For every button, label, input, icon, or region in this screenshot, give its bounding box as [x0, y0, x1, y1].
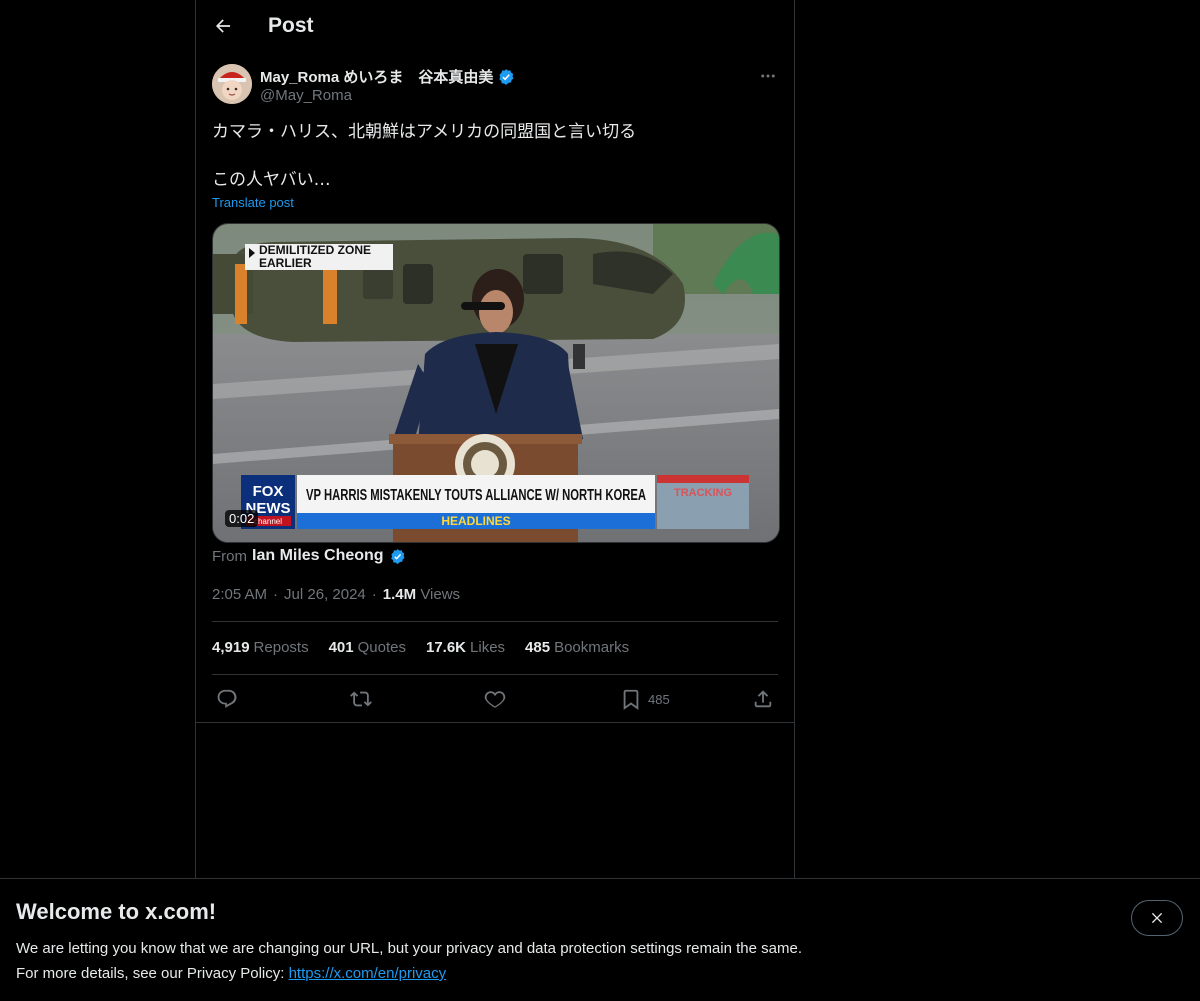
author-handle[interactable]: @May_Roma — [260, 87, 352, 104]
post-text-line: カマラ・ハリス、北朝鮮はアメリカの同盟国と言い切る — [212, 122, 637, 142]
banner-text: We are letting you know that we are chan… — [16, 936, 802, 986]
engagement-stats: 4,919 Reposts 401 Quotes 17.6K Likes 485 Boo… — [212, 639, 629, 656]
reposts-stat[interactable]: 4,919 Reposts — [212, 639, 309, 656]
repost-button[interactable] — [350, 682, 372, 716]
reposts-label: Reposts — [253, 639, 309, 656]
reposts-count: 4,919 — [212, 639, 250, 656]
likes-label: Likes — [470, 639, 506, 656]
video-frame: DEMILITIZED ZONE EARLIER FOX NEWS channe… — [213, 224, 779, 542]
divider — [212, 621, 778, 622]
heart-icon — [484, 691, 506, 708]
translate-post-link[interactable]: Translate post — [212, 195, 294, 210]
bookmarks-count: 485 — [525, 639, 551, 656]
divider — [196, 722, 794, 723]
author-name[interactable]: May_Roma めいろま 谷本真由美 — [260, 66, 515, 87]
welcome-banner: Welcome to x.com! We are letting you kno… — [0, 878, 1200, 1001]
page-title: Post — [268, 14, 314, 37]
banner-title: Welcome to x.com! — [16, 899, 217, 924]
post-text-line: この人ヤバい… — [212, 170, 331, 190]
close-icon — [1151, 912, 1163, 924]
bookmarks-label: Bookmarks — [554, 639, 630, 656]
banner-line1: We are letting you know that we are chan… — [16, 940, 802, 957]
quotes-label: Quotes — [357, 639, 406, 656]
quotes-stat[interactable]: 401 Quotes — [329, 639, 406, 656]
avatar[interactable] — [212, 64, 252, 104]
likes-stat[interactable]: 17.6K Likes — [426, 639, 505, 656]
video-player[interactable]: DEMILITIZED ZONE EARLIER FOX NEWS channe… — [212, 223, 780, 543]
reply-button[interactable] — [216, 682, 238, 716]
arrow-left-icon — [216, 19, 231, 33]
bookmark-icon — [623, 689, 639, 710]
post-date[interactable]: Jul 26, 2024 — [284, 586, 366, 603]
chyron-headline: VP HARRIS MISTAKENLY TOUTS ALLIANCE W/ N… — [306, 487, 646, 504]
back-button[interactable] — [206, 9, 240, 43]
from-author-link[interactable]: Ian Miles Cheong — [252, 547, 384, 565]
main-column: Post May_Roma めいろま 谷本真由美 @May_Roma カマラ・ハ… — [195, 0, 795, 879]
post-actions: 485 — [196, 682, 794, 716]
banner-line2-prefix: For more details, see our Privacy Policy… — [16, 965, 289, 982]
likes-count: 17.6K — [425, 639, 467, 656]
quotes-count: 401 — [328, 639, 354, 656]
more-horizontal-icon — [761, 74, 775, 78]
network-logo-line3: channel — [254, 517, 282, 526]
share-button[interactable] — [752, 682, 774, 716]
overlay-top-line1: DEMILITIZED ZONE — [259, 243, 371, 257]
post-header: Post — [196, 0, 794, 53]
banner-line2: For more details, see our Privacy Policy… — [16, 961, 802, 986]
video-source: From Ian Miles Cheong — [212, 547, 406, 565]
verified-badge-icon[interactable] — [497, 68, 515, 86]
video-duration: 0:02 — [225, 510, 259, 527]
views-label: Views — [420, 586, 461, 603]
verified-badge-icon — [390, 548, 405, 564]
repost-icon — [350, 691, 372, 707]
like-button[interactable] — [484, 682, 506, 716]
chyron-side-tag: TRACKING — [674, 487, 732, 499]
bookmark-button[interactable]: 485 — [620, 682, 670, 716]
overlay-top-line2: EARLIER — [259, 256, 312, 270]
bookmark-count: 485 — [648, 691, 670, 707]
network-logo-line1: FOX — [253, 483, 284, 500]
close-banner-button[interactable] — [1131, 900, 1183, 936]
from-label: From — [212, 547, 247, 565]
views-count: 1.4M — [382, 586, 417, 603]
divider — [212, 674, 778, 675]
post-text-gap — [212, 144, 772, 168]
reply-icon — [217, 689, 237, 708]
meta-separator: · — [371, 586, 377, 603]
post-text: カマラ・ハリス、北朝鮮はアメリカの同盟国と言い切る この人ヤバい… — [212, 120, 772, 192]
post-time[interactable]: 2:05 AM — [212, 586, 267, 603]
avatar-image — [212, 64, 252, 104]
post-meta: 2:05 AM · Jul 26, 2024 · 1.4M Views — [212, 586, 460, 603]
bookmarks-stat[interactable]: 485 Bookmarks — [525, 639, 629, 656]
author-name-text[interactable]: May_Roma めいろま 谷本真由美 — [260, 66, 493, 87]
share-icon — [754, 690, 772, 708]
privacy-policy-link[interactable]: https://x.com/en/privacy — [289, 965, 447, 982]
chyron-bar-label: HEADLINES — [441, 514, 510, 528]
meta-separator: · — [273, 586, 279, 603]
more-options-button[interactable] — [756, 64, 780, 88]
